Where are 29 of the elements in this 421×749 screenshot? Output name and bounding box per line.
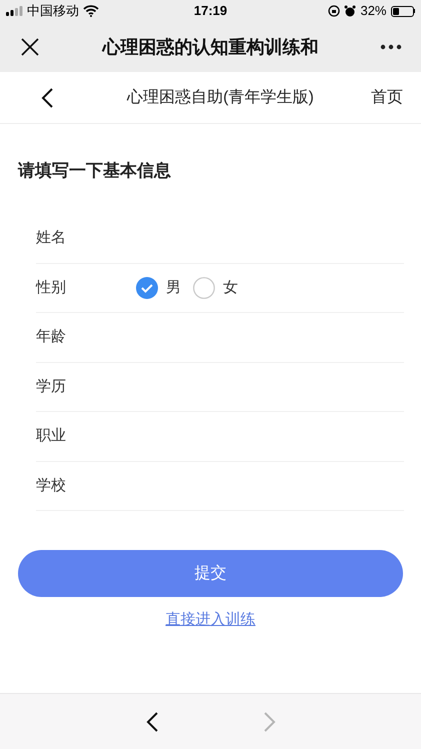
rotation-lock-icon xyxy=(328,5,340,17)
right-chevron-icon xyxy=(262,710,276,732)
radio-circle-icon xyxy=(193,276,215,299)
battery-percent: 32% xyxy=(360,2,386,20)
signal-icon xyxy=(6,6,23,16)
wifi-icon xyxy=(83,5,99,17)
field-label: 年龄 xyxy=(36,327,67,347)
radio-option[interactable]: 女 xyxy=(193,276,238,299)
left-chevron-icon xyxy=(40,86,54,108)
left-chevron-icon xyxy=(144,710,158,732)
battery-icon xyxy=(390,6,415,16)
more-icon xyxy=(380,44,402,50)
field-label: 性别 xyxy=(36,278,67,298)
window-title: 心理困惑的认知重构训练和 xyxy=(102,36,318,58)
checked-radio-icon xyxy=(136,276,158,299)
close-icon xyxy=(21,38,39,56)
radio-option[interactable]: 男 xyxy=(136,276,181,299)
field-label: 姓名 xyxy=(36,228,67,248)
carrier-name: 中国移动 xyxy=(27,2,79,20)
skip-link[interactable]: 直接进入训练 xyxy=(166,609,256,632)
page-title: 心理困惑自助(青年学生版) xyxy=(127,88,314,108)
field-label: 职业 xyxy=(36,426,67,446)
home-link[interactable]: 首页 xyxy=(371,86,403,110)
alarm-icon xyxy=(344,5,356,17)
field-label: 学校 xyxy=(36,476,67,496)
field-label: 学历 xyxy=(36,376,67,396)
submit-button[interactable]: 提交 xyxy=(18,550,403,597)
clock-time: 17:19 xyxy=(192,2,228,20)
form-heading: 请填写一下基本信息 xyxy=(18,160,172,182)
